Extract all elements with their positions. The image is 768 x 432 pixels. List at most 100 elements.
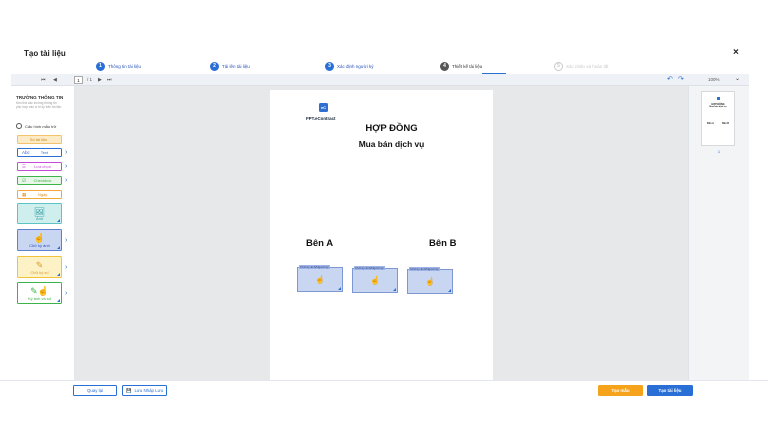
pen-icon: ✎ [35,260,44,270]
step-upload-document[interactable]: 2 Tải lên tài liệu [210,60,250,72]
step-label: Thông tin tài liệu [108,63,142,69]
chevron-right-icon[interactable]: › [65,163,67,170]
step-design-document[interactable]: 4 Thiết kế tài liệu [440,60,482,72]
signature-placeholder[interactable]: Chữ ký ảnh/Người ký ☝ [352,266,398,293]
resize-corner[interactable] [393,288,396,291]
back-button[interactable]: Quay lại [73,385,117,396]
touch-icon: ☝ [370,276,380,285]
resize-corner [57,219,60,222]
chevron-right-icon[interactable]: › [65,264,67,271]
signature-placeholder[interactable]: Chữ ký ảnh/Người ký ☝ [297,265,343,292]
gear-icon [16,123,22,129]
stepper: 1 Thông tin tài liệu 2 Tải lên tài liệu … [0,58,768,74]
prev-page-icon[interactable]: ◀ [53,76,57,84]
field-signature-image[interactable]: ☝ Chữ ký ảnh [17,229,62,251]
step-document-info[interactable]: 1 Thông tin tài liệu [96,60,141,72]
step-number: 5 [554,61,563,71]
config-template-label: Cấu hình mẫu trữ [25,123,57,129]
field-date[interactable]: ▦ Ngày [17,190,62,199]
undo-icon[interactable]: ↶ [667,76,673,84]
step-label: Tải lên tài liệu [222,63,250,69]
last-page-icon[interactable]: ⏭ [107,76,112,84]
fields-panel: TRƯỜNG THÔNG TIN Kéo thả các trường thôn… [11,86,75,380]
signature-tag: Chữ ký ảnh/Người ký [354,266,385,270]
step-number: 2 [210,61,219,71]
text-icon: Abc [22,150,30,155]
chevron-right-icon[interactable]: › [65,237,67,244]
resize-corner [57,246,60,249]
create-document-label: Tạo tài liệu [658,388,682,393]
document-title: HỢP ĐỒNG [365,123,418,134]
signature-placeholder[interactable]: Chữ ký ảnh/Người ký ☝ [407,267,453,294]
thumbnail-logo [717,97,720,100]
step-number: 4 [440,61,449,71]
field-label: Checkbox [33,178,52,183]
page-title: Tạo tài liệu [24,49,66,58]
thumbnail-page-number: 1 [717,149,721,154]
thumbnail-subtitle: Mua bán dịch vụ [709,106,727,108]
resize-corner [57,299,60,302]
save-template-button[interactable]: Tạo mẫu [598,385,643,396]
field-label: Chữ ký ảnh [29,243,50,248]
create-document-button[interactable]: Tạo tài liệu [647,385,693,396]
back-button-label: Quay lại [86,388,104,393]
page-thumbnail[interactable]: HỢP ĐỒNG Mua bán dịch vụ Bên A Bên B [701,91,735,146]
save-draft-label: Lưu Nháp Lưu [134,388,164,393]
thumbnail-party-a: Bên A [707,122,714,125]
field-label: Text [40,150,49,155]
field-option[interactable]: ☰ Lựa chọn [17,162,62,171]
chevron-right-icon[interactable]: › [65,177,67,184]
document-page[interactable]: eC FPT.eContract HỢP ĐỒNG Mua bán dịch v… [270,90,493,380]
field-digital-signature[interactable]: ✎ Chữ ký số [17,256,62,278]
config-template-button[interactable]: Cấu hình mẫu trữ [16,123,56,129]
field-text[interactable]: Abc Text [17,148,62,157]
step-number: 3 [325,61,334,71]
field-label: Ngày [37,192,48,197]
field-label: Ký ảnh và số [27,296,52,301]
next-page-icon[interactable]: ▶ [98,76,102,84]
resize-corner[interactable] [448,289,451,292]
page-number-input[interactable]: 1 [74,76,83,84]
fpt-econtract-logo-icon: eC [319,103,328,112]
chevron-down-icon: ⌄ [734,76,740,82]
document-subtitle: Mua bán dịch vụ [358,139,425,149]
field-label: Ảnh [35,216,44,221]
party-a-label: Bên A [306,238,334,249]
footer-bar: Quay lại 💾 Lưu Nháp Lưu Tạo mẫu Tạo tài … [0,380,768,400]
chevron-right-icon[interactable]: › [65,149,67,156]
field-document-number[interactable]: Số tài liệu [17,135,62,144]
field-image-and-digital-sign[interactable]: ✎☝ Ký ảnh và số [17,282,62,304]
field-label: Số tài liệu [29,137,48,142]
step-define-signers[interactable]: 3 Xác định người ký [325,60,373,72]
thumbnail-party-b: Bên B [722,122,729,125]
resize-corner [57,273,60,276]
touch-icon: ☝ [315,275,325,284]
checkbox-icon: ☑ [22,177,27,183]
step-label: Thiết kế tài liệu [452,63,483,69]
redo-icon[interactable]: ↷ [678,76,684,84]
fields-panel-title: TRƯỜNG THÔNG TIN [16,95,64,100]
resize-corner[interactable] [338,287,341,290]
close-icon[interactable]: × [733,48,739,58]
zoom-select[interactable]: 100% ⌄ [708,76,744,84]
save-draft-button[interactable]: 💾 Lưu Nháp Lưu [122,385,167,396]
touch-icon: ☝ [425,277,435,286]
create-document-dialog: Tạo tài liệu × 1 Thông tin tài liệu 2 Tả… [0,0,768,432]
page-total: / 1 [87,77,93,82]
thumbnail-panel: HỢP ĐỒNG Mua bán dịch vụ Bên A Bên B 1 [688,86,749,380]
chevron-right-icon[interactable]: › [65,290,67,297]
field-checkbox[interactable]: ☑ Checkbox [17,176,62,185]
party-b-label: Bên B [429,238,457,249]
first-page-icon[interactable]: ⏮ [41,76,46,84]
signature-tag: Chữ ký ảnh/Người ký [299,265,330,269]
touch-icon: ☝ [33,233,46,243]
step-label: Xác nhận và hoàn tất [566,63,609,69]
fpt-econtract-logo-text: FPT.eContract [306,116,336,121]
step-confirm-finish[interactable]: 5 Xác nhận và hoàn tất [554,60,609,72]
step-label: Xác định người ký [337,63,374,69]
save-template-label: Tạo mẫu [611,388,630,393]
zoom-value: 100% [708,77,720,82]
field-label: Chữ ký số [30,270,49,275]
calendar-icon: ▦ [22,191,27,197]
field-image[interactable]: 🖼 Ảnh [17,203,62,224]
